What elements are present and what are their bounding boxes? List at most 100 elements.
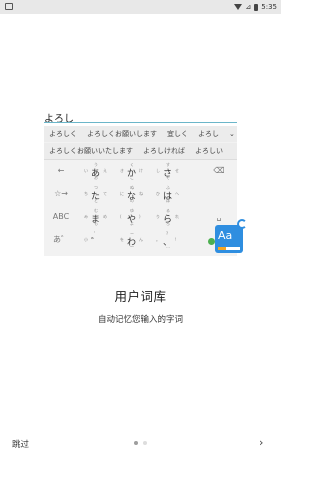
skip-button[interactable]: 跳过 [12,438,29,450]
dictionary-bar-accent [218,247,226,250]
kana-char: ふ [166,185,170,190]
candidate: よろしく [49,130,77,138]
kana-char: よ [130,221,134,226]
kana-key: らるりれろ [152,208,184,226]
kana-char: し [156,168,160,173]
kana-char: い [84,168,88,173]
key-row: ABC まむみめもやゆ() よらるりれろ ␣ [44,208,237,228]
kana-char: き [120,168,124,173]
page-title: 用户词库 [114,289,167,304]
kana-char: ー [130,231,134,236]
side-key: あ゛ [53,235,69,244]
green-badge-icon [208,238,215,245]
side-key: ⌫ [213,166,225,175]
kana-char: も [94,221,98,226]
kana-char: け [139,168,143,173]
kana-char: 。 [156,237,160,242]
kana-char: ほ [166,198,170,203]
divider [44,159,237,160]
kana-char: ～ [130,244,134,249]
candidate: よろしくお願いいたします [49,147,133,155]
illustration-input: よろし [44,107,237,125]
page-dot-active [134,441,138,445]
kana-char: を [120,237,124,242]
status-icons: ⊿ 5:35 [234,1,277,13]
kana-char: ( [120,214,122,219]
candidate: よろしければ [143,147,185,155]
kana-char: れ [175,214,179,219]
kana-char: お [94,175,98,180]
kana-key: わーをん～ [116,231,148,249]
kana-key: たつちてと [80,185,112,203]
kana-key: はふひへほ [152,185,184,203]
page-indicator [134,441,147,445]
kana-key: なぬにねの [116,185,148,203]
status-bar: ⊿ 5:35 [0,0,281,14]
chevron-right-icon[interactable]: › [259,437,269,449]
kana-char: ん [139,237,143,242]
kana-char: の [130,198,134,203]
kana-char: へ [175,191,179,196]
expand-candidates-icon: ⌄ [229,130,235,138]
battery-icon [254,3,259,11]
kana-char: む [94,208,98,213]
kana-char: ち [84,191,88,196]
kana-char: ぬ [130,185,134,190]
kana-key: あういえお [80,162,112,180]
kana-char: て [103,191,107,196]
key-row: ☆→ たつちてとなぬにねのはふひへほ [44,185,237,205]
kana-key: 、?。!… [152,231,184,249]
image-notification-icon [5,3,13,10]
candidate: よろしい [195,147,223,155]
wifi-icon [234,4,243,10]
kana-char: つ [94,185,98,190]
keyboard-mockup: よろしく よろしくお願いします 宜しく よろし ⌄ よろしくお願いいたします よ… [44,126,237,256]
side-key [210,185,228,203]
side-key: ABC [52,212,70,221]
kana-char: ゆ [130,208,134,213]
dictionary-icon: Aa [215,225,243,253]
kana-char: す [166,162,170,167]
kana-char: ? [166,231,169,236]
kana-char: め [103,214,107,219]
candidate: 宜しく [167,130,188,138]
dictionary-icon-text: Aa [218,229,233,242]
kana-char: く [130,162,134,167]
candidate-row-2: よろしくお願いいたします よろしければ よろしい [44,143,237,159]
input-underline [44,122,237,123]
kana-char: そ [166,175,170,180]
kana-char: ろ [166,221,170,226]
kana-char: に [120,191,124,196]
kana-char: る [166,208,170,213]
kana-char: ゜ [94,231,98,236]
kana-key: かくきけこ [116,162,148,180]
kana-key: ゛゜小 [80,231,112,249]
kana-char: み [84,214,88,219]
kana-char: り [156,214,160,219]
kana-char: ひ [156,191,160,196]
kana-char: ね [139,191,143,196]
page-dot [143,441,147,445]
key-row: ← あういえおかくきけこさすしせそ ⌫ [44,162,237,182]
side-key: ☆→ [54,189,68,198]
kana-char: … [166,244,170,249]
signal-icon: ⊿ [245,3,252,11]
candidate: よろし [198,130,219,138]
kana-char: ) [139,214,141,219]
kana-char: う [94,162,98,167]
kana-char: え [103,168,107,173]
kana-char: と [94,198,98,203]
kana-char: せ [175,168,179,173]
kana-key: まむみめも [80,208,112,226]
kana-key: さすしせそ [152,162,184,180]
sync-icon [237,219,247,229]
candidate-row-1: よろしく よろしくお願いします 宜しく よろし ⌄ [44,126,237,142]
kana-char: こ [130,175,134,180]
illustration-input-text: よろし [44,114,74,125]
page-subtitle: 自动记忆您输入的字词 [97,315,183,325]
side-key: ␣ [216,212,222,221]
kana-char: ! [175,237,177,242]
kana-key: やゆ() よ [116,208,148,226]
kana-char: 小 [84,237,88,242]
status-time: 5:35 [261,3,277,11]
